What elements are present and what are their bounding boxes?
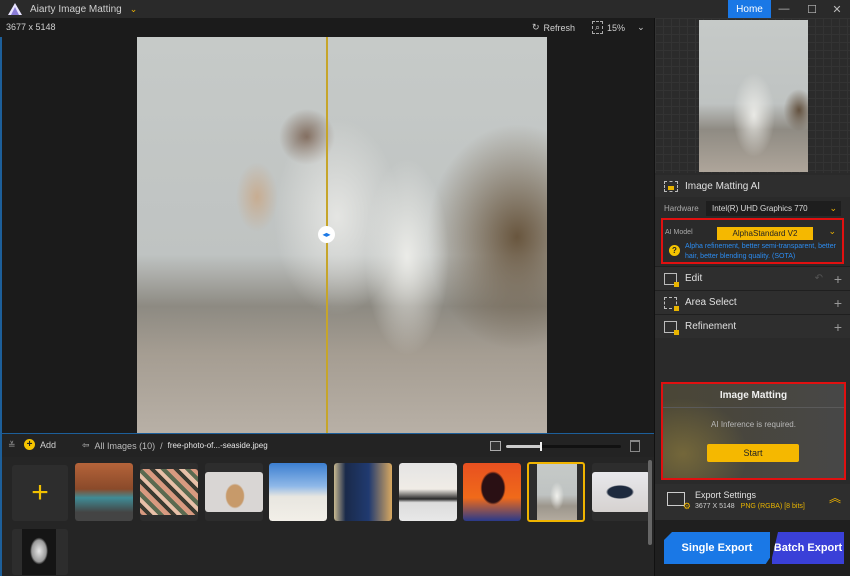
- thumbnail-size-slider[interactable]: [506, 442, 621, 451]
- canvas-toolbar: 3677 x 5148 ↻ Refresh ⌕ 15% ⌄: [0, 18, 654, 37]
- export-actions: Single Export Batch Export: [655, 520, 850, 576]
- batch-export-button[interactable]: Batch Export: [772, 532, 844, 564]
- export-dimensions: 3677 X 5148: [695, 503, 735, 510]
- app-logo-icon: [8, 3, 22, 15]
- export-settings-icon: [667, 492, 691, 512]
- area-select-icon: [664, 296, 679, 311]
- navigator-image[interactable]: [699, 20, 808, 172]
- start-button[interactable]: Start: [707, 444, 799, 462]
- thumbnail-sofa[interactable]: [399, 463, 457, 521]
- tool-refinement-label: Refinement: [685, 321, 737, 332]
- thumbnail-bride-seaside[interactable]: [527, 462, 585, 522]
- preview-image[interactable]: [137, 37, 547, 433]
- matting-title: Image Matting: [663, 384, 844, 408]
- compare-handle-icon[interactable]: ◂▸: [318, 226, 335, 243]
- back-arrow-icon[interactable]: ⇦: [82, 440, 90, 451]
- ai-model-chevron-icon[interactable]: ⌄: [828, 226, 836, 237]
- undo-icon[interactable]: ↶: [815, 273, 823, 284]
- right-panel: Image Matting AI Hardware Intel(R) UHD G…: [654, 18, 850, 576]
- ai-model-select[interactable]: AlphaStandard V2: [717, 227, 813, 240]
- thumbnail-silhouette[interactable]: [463, 463, 521, 521]
- export-settings[interactable]: Export Settings 3677 X 5148 PNG (RGBA) […: [655, 484, 850, 520]
- add-button[interactable]: + Add: [24, 439, 56, 450]
- export-format: PNG (RGBA) [8 bits]: [740, 503, 805, 510]
- breadcrumb-all-images[interactable]: All Images (10): [95, 441, 156, 451]
- add-icon: +: [24, 439, 35, 450]
- tool-edit[interactable]: Edit ↶ +: [655, 266, 850, 290]
- navigator-preview: [655, 18, 850, 173]
- thumbnail-size-icon: [490, 441, 501, 451]
- hardware-row: Hardware: [664, 204, 699, 213]
- hardware-label: Hardware: [664, 204, 699, 213]
- zoom-fit-icon[interactable]: ⌕: [592, 21, 604, 34]
- slider-handle[interactable]: [539, 442, 542, 451]
- file-bar: ≚ + Add ⇦ All Images (10) / free-photo-o…: [0, 433, 654, 457]
- hardware-select[interactable]: Intel(R) UHD Graphics 770 ⌄: [706, 201, 841, 216]
- section-title: Image Matting AI: [685, 180, 761, 192]
- refresh-icon: ↻: [532, 22, 540, 32]
- ai-model-box: AI Model AlphaStandard V2 ⌄ ? Alpha refi…: [661, 218, 844, 264]
- strip-scrollbar[interactable]: [648, 460, 652, 545]
- ai-model-description: Alpha refinement, better semi-transparen…: [685, 243, 836, 260]
- maximize-button[interactable]: ☐: [799, 0, 825, 18]
- collapse-strip-icon[interactable]: ≚: [8, 440, 16, 451]
- thumbnail-group-jumping[interactable]: [592, 463, 650, 521]
- breadcrumb-current-file: free-photo-of...-seaside.jpeg: [167, 441, 268, 450]
- help-icon[interactable]: ?: [669, 245, 680, 256]
- app-menu-chevron-icon[interactable]: ⌄: [130, 4, 138, 15]
- add-label: Add: [40, 439, 57, 450]
- thumbnail-flowers[interactable]: [140, 463, 198, 521]
- minimize-button[interactable]: —: [771, 0, 797, 18]
- title-bar: Aiarty Image Matting ⌄ Home — ☐ ✕: [0, 0, 850, 18]
- hardware-chevron-icon: ⌄: [829, 203, 837, 213]
- thumbnail-woman-portrait[interactable]: [205, 463, 263, 521]
- matting-message: AI Inference is required.: [711, 420, 796, 429]
- zoom-control[interactable]: ⌕ 15% ⌄: [592, 21, 645, 34]
- image-matting-ai-icon: [664, 180, 678, 192]
- breadcrumb-separator: /: [160, 440, 163, 451]
- zoom-value: 15%: [607, 22, 626, 33]
- expand-refinement-icon[interactable]: +: [834, 319, 842, 335]
- crop-edit-icon: [664, 272, 679, 287]
- zoom-chevron-icon[interactable]: ⌄: [637, 22, 645, 33]
- close-button[interactable]: ✕: [824, 0, 850, 18]
- ai-model-label: AI Model: [665, 229, 693, 236]
- refresh-button[interactable]: ↻ Refresh: [532, 22, 575, 33]
- home-button[interactable]: Home: [728, 0, 771, 18]
- thumbnail-strip: +: [0, 457, 654, 576]
- collapse-export-icon[interactable]: ︽: [829, 492, 841, 504]
- thumbnail-woman-blue-dress[interactable]: [334, 463, 392, 521]
- ai-model-value: AlphaStandard V2: [732, 229, 798, 238]
- delete-icon[interactable]: [630, 440, 640, 452]
- breadcrumb: ⇦ All Images (10) / free-photo-of...-sea…: [82, 440, 268, 451]
- image-matting-card: Image Matting AI Inference is required. …: [661, 382, 846, 480]
- image-matting-ai-header: Image Matting AI: [655, 175, 850, 197]
- thumbnail-car[interactable]: [75, 463, 133, 521]
- single-export-button[interactable]: Single Export: [664, 532, 770, 564]
- thumbnail-skateboarder[interactable]: [269, 463, 327, 521]
- expand-edit-icon[interactable]: +: [834, 271, 842, 287]
- expand-area-select-icon[interactable]: +: [834, 295, 842, 311]
- tool-refinement[interactable]: Refinement +: [655, 314, 850, 338]
- add-image-tile[interactable]: +: [12, 465, 68, 521]
- tool-area-select-label: Area Select: [685, 297, 737, 308]
- hardware-value: Intel(R) UHD Graphics 770: [712, 204, 808, 213]
- slider-fill: [506, 445, 541, 448]
- app-title: Aiarty Image Matting: [30, 3, 122, 15]
- tool-area-select[interactable]: Area Select +: [655, 290, 850, 314]
- tool-edit-label: Edit: [685, 273, 703, 284]
- export-settings-title: Export Settings: [695, 490, 757, 500]
- export-meta: 3677 X 5148 PNG (RGBA) [8 bits]: [695, 503, 805, 510]
- image-dimensions: 3677 x 5148: [6, 22, 56, 32]
- refresh-label: Refresh: [543, 22, 576, 33]
- thumbnail-dove-statue[interactable]: [12, 529, 68, 575]
- refinement-icon: [664, 320, 679, 335]
